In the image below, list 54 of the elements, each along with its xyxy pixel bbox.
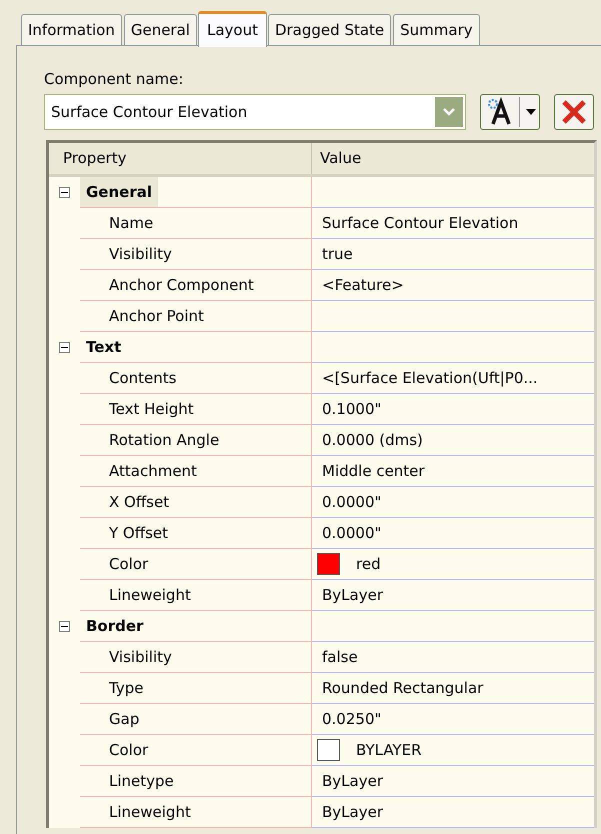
property-name: Name <box>109 212 154 234</box>
property-value: Middle center <box>322 460 425 482</box>
property-value: ByLayer <box>322 802 383 823</box>
property-name: Lineweight <box>109 802 191 823</box>
field-label: Component name: <box>44 69 184 90</box>
property-name: Contents <box>109 368 176 389</box>
property-value: 0.0000" <box>322 522 382 544</box>
property-name: Type <box>109 678 144 699</box>
caret-icon <box>525 108 537 116</box>
property-value: BYLAYER <box>356 740 422 761</box>
collapse-icon[interactable] <box>59 187 70 198</box>
property-value: 0.0000 (dms) <box>322 430 423 451</box>
property-value: ByLayer <box>322 770 383 792</box>
property-value: Rounded Rectangular <box>322 678 484 699</box>
text-style-button[interactable] <box>480 94 540 130</box>
collapse-icon[interactable] <box>59 342 70 353</box>
tab[interactable]: Summary <box>393 14 480 46</box>
property-name: Y Offset <box>109 522 168 544</box>
property-name: Visibility <box>109 244 172 265</box>
property-name: Color <box>109 740 148 761</box>
component-name-dropdown[interactable]: Surface Contour Elevation <box>44 94 466 130</box>
tab[interactable]: Information <box>21 14 122 46</box>
property-value: 0.1000" <box>322 398 382 420</box>
column-header[interactable]: Value <box>312 143 594 174</box>
property-name: Attachment <box>109 460 197 482</box>
property-name: Rotation Angle <box>109 430 220 451</box>
group-label[interactable]: General <box>80 177 158 207</box>
tab[interactable]: General <box>124 14 197 46</box>
property-value: <Feature> <box>322 274 404 296</box>
property-name: Gap <box>109 708 140 730</box>
property-name: Text Height <box>109 398 194 420</box>
property-name: X Offset <box>109 492 170 513</box>
column-header[interactable]: Property <box>49 143 312 174</box>
collapse-icon[interactable] <box>59 621 70 632</box>
property-value: Surface Contour Elevation <box>322 212 518 234</box>
property-value: 0.0250" <box>322 708 382 730</box>
property-value: false <box>322 646 358 668</box>
group-label[interactable]: Text <box>80 332 128 362</box>
property-value: true <box>322 244 353 265</box>
property-name: Visibility <box>109 646 172 668</box>
property-value: 0.0000" <box>322 492 382 513</box>
property-name: Color <box>109 554 148 575</box>
tab[interactable]: Dragged State <box>268 14 392 46</box>
tab[interactable]: Layout <box>198 11 267 47</box>
property-name: Anchor Point <box>109 306 204 327</box>
property-value: ByLayer <box>322 584 383 606</box>
delete-button[interactable] <box>554 94 594 130</box>
property-name: Anchor Component <box>109 274 254 296</box>
property-value: red <box>356 554 381 575</box>
property-name: Lineweight <box>109 584 191 606</box>
close-icon <box>561 99 587 125</box>
property-name: Linetype <box>109 770 174 792</box>
property-value: <[Surface Elevation(Uft|P0... <box>322 368 538 389</box>
group-label[interactable]: Border <box>80 611 150 641</box>
